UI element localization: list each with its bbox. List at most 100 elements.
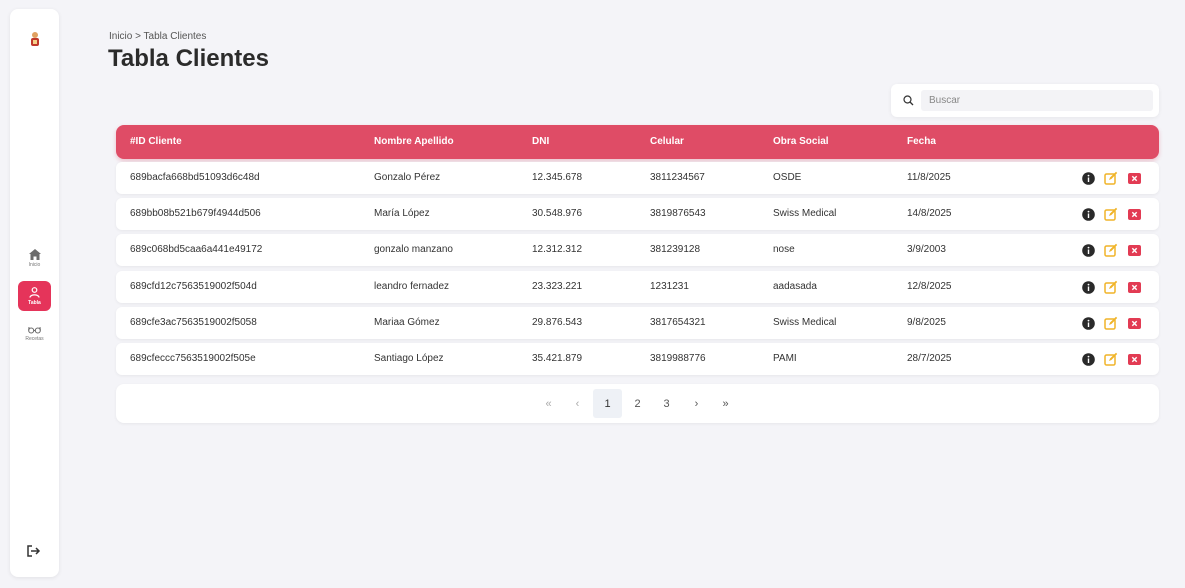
info-button[interactable] <box>1081 316 1095 330</box>
first-page-button[interactable]: « <box>534 389 563 418</box>
logo-icon <box>31 32 39 46</box>
cell-obra-social: nose <box>773 244 795 255</box>
cell-nombre: leandro fernadez <box>374 281 450 292</box>
edit-button[interactable] <box>1104 207 1118 221</box>
sidebar-item-recetas[interactable]: Recetas <box>18 319 51 349</box>
table-header: #ID Cliente Nombre Apellido DNI Celular … <box>116 125 1159 159</box>
row-actions <box>1081 316 1150 330</box>
cell-id: 689cfe3ac7563519002f5058 <box>130 317 257 328</box>
sidebar-item-tabla[interactable]: Tabla <box>18 281 51 311</box>
cell-celular: 3811234567 <box>650 172 705 183</box>
delete-button[interactable] <box>1127 280 1141 294</box>
sidebar-item-inicio[interactable]: Inicio <box>18 243 51 273</box>
cell-nombre: Mariaa Gómez <box>374 317 440 328</box>
delete-button[interactable] <box>1127 207 1141 221</box>
info-icon <box>1081 171 1095 185</box>
info-button[interactable] <box>1081 207 1095 221</box>
cell-dni: 30.548.976 <box>532 208 583 219</box>
cell-celular: 1231231 <box>650 281 689 292</box>
close-icon <box>1127 172 1141 184</box>
table-row: 689bb08b521b679f4944d506 María López 30.… <box>116 198 1159 230</box>
delete-button[interactable] <box>1127 316 1141 330</box>
cell-id: 689bacfa668bd51093d6c48d <box>130 172 260 183</box>
page-title: Tabla Clientes <box>108 45 269 72</box>
table-row: 689cfeccc7563519002f505e Santiago López … <box>116 343 1159 375</box>
user-icon <box>29 286 40 298</box>
edit-button[interactable] <box>1104 280 1118 294</box>
sidebar-item-label: Tabla <box>28 299 41 306</box>
edit-button[interactable] <box>1104 171 1118 185</box>
logout-button[interactable] <box>27 544 43 560</box>
column-header-dni[interactable]: DNI <box>532 136 549 147</box>
cell-dni: 35.421.879 <box>532 353 583 364</box>
column-header-nombre[interactable]: Nombre Apellido <box>374 136 454 147</box>
search-box <box>891 84 1159 117</box>
cell-dni: 23.323.221 <box>532 281 583 292</box>
glasses-icon <box>28 326 41 334</box>
sidebar: Inicio Tabla Recetas <box>10 9 59 577</box>
column-header-obra-social[interactable]: Obra Social <box>773 136 829 147</box>
delete-button[interactable] <box>1127 243 1141 257</box>
cell-dni: 29.876.543 <box>532 317 583 328</box>
info-button[interactable] <box>1081 243 1095 257</box>
info-button[interactable] <box>1081 280 1095 294</box>
info-icon <box>1081 352 1095 366</box>
pagination: « ‹ 1 2 3 › » <box>116 384 1159 423</box>
cell-fecha: 14/8/2025 <box>907 208 952 219</box>
edit-button[interactable] <box>1104 316 1118 330</box>
sidebar-item-label: Recetas <box>25 336 44 342</box>
cell-dni: 12.345.678 <box>532 172 583 183</box>
info-button[interactable] <box>1081 171 1095 185</box>
close-icon <box>1127 353 1141 365</box>
cell-celular: 3817654321 <box>650 317 706 328</box>
search-icon <box>903 95 914 106</box>
page-2-button[interactable]: 2 <box>623 389 652 418</box>
delete-button[interactable] <box>1127 171 1141 185</box>
column-header-id[interactable]: #ID Cliente <box>130 136 182 147</box>
search-input[interactable] <box>921 90 1153 111</box>
logout-icon <box>27 545 41 557</box>
cell-nombre: Gonzalo Pérez <box>374 172 441 183</box>
edit-icon <box>1104 243 1118 257</box>
cell-celular: 381239128 <box>650 244 701 255</box>
cell-nombre: María López <box>374 208 430 219</box>
sidebar-item-label: Inicio <box>28 261 41 268</box>
close-icon <box>1127 317 1141 329</box>
cell-fecha: 11/8/2025 <box>907 172 951 183</box>
info-icon <box>1081 316 1095 330</box>
column-header-celular[interactable]: Celular <box>650 136 684 147</box>
last-page-button[interactable]: » <box>711 389 740 418</box>
close-icon <box>1127 208 1141 220</box>
page-3-button[interactable]: 3 <box>652 389 681 418</box>
cell-fecha: 3/9/2003 <box>907 244 946 255</box>
cell-fecha: 28/7/2025 <box>907 353 952 364</box>
cell-fecha: 9/8/2025 <box>907 317 946 328</box>
info-icon <box>1081 243 1095 257</box>
table-row: 689bacfa668bd51093d6c48d Gonzalo Pérez 1… <box>116 162 1159 194</box>
page-1-button[interactable]: 1 <box>593 389 622 418</box>
row-actions <box>1081 280 1150 294</box>
next-page-button[interactable]: › <box>682 389 711 418</box>
edit-button[interactable] <box>1104 243 1118 257</box>
edit-icon <box>1104 171 1118 185</box>
row-actions <box>1081 352 1150 366</box>
prev-page-button[interactable]: ‹ <box>563 389 592 418</box>
info-button[interactable] <box>1081 352 1095 366</box>
cell-fecha: 12/8/2025 <box>907 281 952 292</box>
cell-id: 689cfeccc7563519002f505e <box>130 353 256 364</box>
cell-id: 689cfd12c7563519002f504d <box>130 281 257 292</box>
cell-dni: 12.312.312 <box>532 244 583 255</box>
row-actions <box>1081 243 1150 257</box>
home-icon <box>28 248 41 260</box>
app-logo[interactable] <box>25 29 45 49</box>
close-icon <box>1127 244 1141 256</box>
cell-id: 689bb08b521b679f4944d506 <box>130 208 261 219</box>
cell-obra-social: Swiss Medical <box>773 317 837 328</box>
edit-button[interactable] <box>1104 352 1118 366</box>
delete-button[interactable] <box>1127 352 1141 366</box>
table-row: 689cfe3ac7563519002f5058 Mariaa Gómez 29… <box>116 307 1159 339</box>
edit-icon <box>1104 352 1118 366</box>
column-header-fecha[interactable]: Fecha <box>907 136 936 147</box>
edit-icon <box>1104 207 1118 221</box>
cell-celular: 3819876543 <box>650 208 706 219</box>
